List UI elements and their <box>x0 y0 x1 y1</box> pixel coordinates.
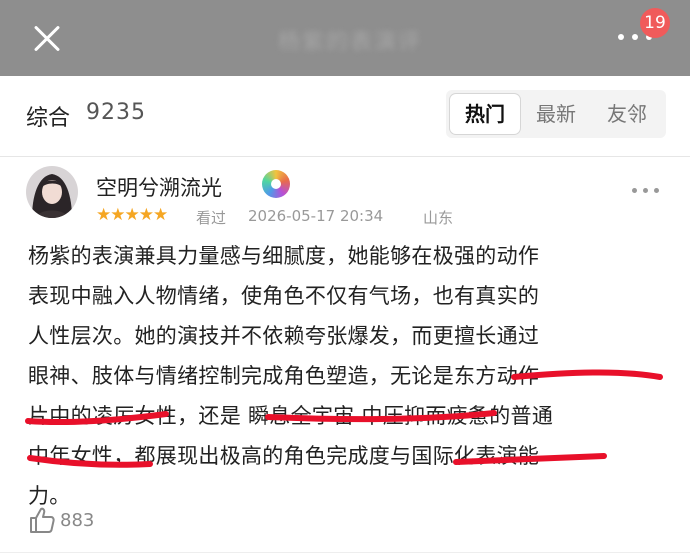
review-line: 人性层次。她的演技并不依赖夸张爆发，而更擅长通过 <box>28 324 540 348</box>
tab-hot[interactable]: 热门 <box>450 94 520 134</box>
thumbs-up-icon[interactable] <box>28 506 56 534</box>
divider <box>0 156 690 157</box>
rating-stars: ★★★★★ <box>96 205 168 225</box>
review-line: 表现中融入人物情绪，使角色不仅有气场，也有真实的 <box>28 284 540 308</box>
tab-friends[interactable]: 友邻 <box>592 94 662 134</box>
review-line: 眼神、肢体与情绪控制完成角色塑造，无论是东方动作 <box>28 364 540 388</box>
comment-more-icon[interactable] <box>630 186 662 196</box>
section-title: 综合 <box>26 106 71 131</box>
username[interactable]: 空明兮溯流光 <box>96 172 222 202</box>
comment-location: 山东 <box>423 209 454 227</box>
top-bar: 杨紫的表演评 19 <box>0 0 690 76</box>
user-badge-icon <box>262 170 290 198</box>
close-icon[interactable] <box>28 20 66 58</box>
notification-badge[interactable]: 19 <box>640 8 670 38</box>
divider <box>0 552 690 553</box>
page-title: 杨紫的表演评 <box>277 30 422 55</box>
like-count: 883 <box>60 510 95 531</box>
review-line: 中年女性，都展现出极高的角色完成度与国际化表演能 <box>28 444 540 468</box>
comment-time: 2026-05-17 20:34 <box>248 207 384 225</box>
watch-status: 看过 <box>196 209 227 227</box>
review-line: 杨紫的表演兼具力量感与细腻度，她能够在极强的动作 <box>28 244 540 268</box>
review-line: 片中的凌厉女性，还是 瞬息全宇宙 中压抑而疲惫的普通 <box>28 404 554 428</box>
comment-count: 9235 <box>86 100 146 125</box>
tab-latest[interactable]: 最新 <box>521 94 591 134</box>
sort-segmented-control: 热门 最新 友邻 <box>446 90 666 138</box>
filter-bar: 综合 9235 热门 最新 友邻 <box>0 76 690 156</box>
avatar[interactable] <box>26 166 78 218</box>
